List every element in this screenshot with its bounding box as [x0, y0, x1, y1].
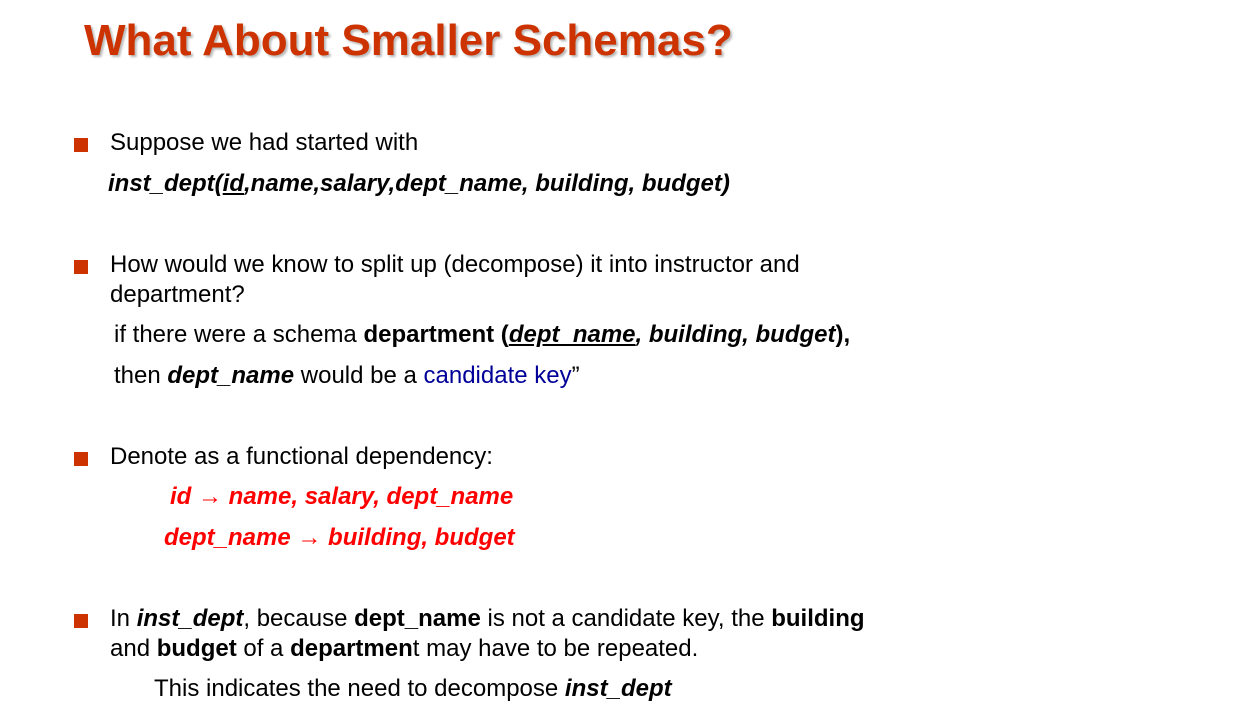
dept-schema-key: dept_name — [508, 321, 636, 348]
bullet-marker — [74, 452, 88, 466]
bullet-2-line-2: department? — [110, 281, 245, 308]
bullet-marker — [74, 260, 88, 274]
decompose-note: This indicates the need to decompose ins… — [154, 675, 672, 702]
bullet-marker — [74, 138, 88, 152]
candidate-key-term: candidate key — [423, 362, 572, 389]
functional-dependency-2: dept_name → building, budget — [164, 524, 515, 551]
bullet-1-text: Suppose we had started with — [110, 129, 419, 156]
slide-title: What About Smaller Schemas? — [84, 16, 733, 65]
bullet-marker — [74, 614, 88, 628]
department-schema-line: if there were a schema department (dept_… — [114, 321, 851, 348]
schema-key-id: id — [222, 170, 244, 197]
bullet-2-line-1: How would we know to split up (decompose… — [110, 251, 800, 278]
bullet-4-line-2: and budget of a department may have to b… — [110, 635, 699, 662]
arrow-icon: → — [297, 524, 322, 551]
arrow-icon: → — [198, 483, 222, 510]
functional-dependency-1: id → name, salary, dept_name — [170, 483, 514, 510]
bullet-3-text: Denote as a functional dependency: — [110, 443, 493, 470]
bullet-4-line-1: In inst_dept, because dept_name is not a… — [110, 605, 865, 632]
candidate-key-line: then dept_name would be a candidate key” — [114, 362, 580, 389]
inst-dept-schema: inst_dept(id,name,salary,dept_name, buil… — [108, 170, 730, 197]
